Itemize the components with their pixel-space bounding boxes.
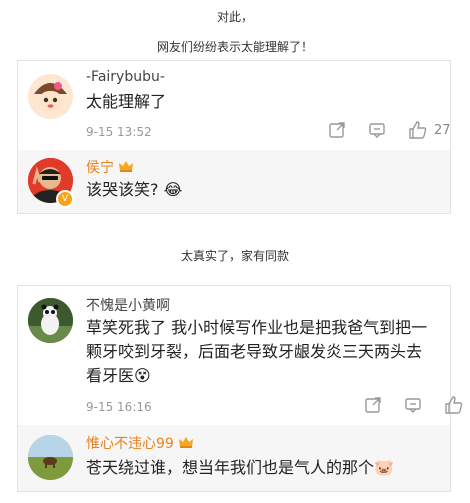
timestamp: 9-15 13:52 <box>86 125 152 139</box>
reply-text-body: 苍天绕过谁，想当年我们也是气人的那个 <box>86 458 375 477</box>
crown-badge-icon <box>178 435 194 453</box>
caption-first: 对此， <box>216 10 253 24</box>
like-count: 27 <box>434 122 451 138</box>
comment-icon[interactable] <box>368 121 386 139</box>
comment-card-1: -Fairybubu- 太能理解了 9-15 13:52 27 V 侯宁 该哭该… <box>17 60 451 214</box>
action-bar: 27 <box>328 120 451 140</box>
reply-username[interactable]: 侯宁 <box>86 157 134 177</box>
reply-username-text: 惟心不违心99 <box>86 436 174 452</box>
caption-second: 网友们纷纷表示太能理解了！ <box>156 40 313 54</box>
thumbs-up-icon[interactable] <box>444 395 464 415</box>
reply-text: 该哭该笑? 😂 <box>86 178 182 202</box>
reply-text-body: 该哭该笑? <box>86 180 159 199</box>
verified-badge-icon: V <box>56 190 74 208</box>
share-icon[interactable] <box>328 121 346 139</box>
comment-line: 颗牙咬到牙裂，后面老导致牙龈发炎三天两头去 <box>86 342 423 361</box>
caption-third: 太真实了，家有同款 <box>180 249 289 263</box>
username[interactable]: -Fairybubu- <box>86 69 165 85</box>
comment-line: 草笑死我了 我小时候写作业也是把我爸气到把一 <box>86 318 428 337</box>
comment-icon[interactable] <box>404 396 422 414</box>
timestamp: 9-15 16:16 <box>86 400 152 414</box>
avatar[interactable] <box>28 435 73 480</box>
thumbs-up-icon[interactable] <box>408 120 428 140</box>
username[interactable]: 不愧是小黄啊 <box>86 295 170 315</box>
comment-text: 草笑死我了 我小时候写作业也是把我爸气到把一 颗牙咬到牙裂，后面老导致牙龈发炎三… <box>86 316 446 388</box>
dizzy-emoji: 😵 <box>134 366 151 385</box>
comment-line-text: 看牙医 <box>86 366 135 385</box>
laughing-emoji: 😂 <box>163 180 183 199</box>
reply-username[interactable]: 惟心不违心99 <box>86 433 194 453</box>
crown-badge-icon <box>118 159 134 177</box>
comment-card-2: 不愧是小黄啊 草笑死我了 我小时候写作业也是把我爸气到把一 颗牙咬到牙裂，后面老… <box>17 285 463 492</box>
avatar[interactable] <box>28 74 73 119</box>
avatar[interactable] <box>28 298 73 343</box>
reply-text: 苍天绕过谁，想当年我们也是气人的那个🐷 <box>86 456 394 480</box>
pig-emoji: 🐷 <box>374 458 394 477</box>
share-icon[interactable] <box>364 396 382 414</box>
action-bar <box>364 395 464 415</box>
comment-text: 太能理解了 <box>86 92 167 111</box>
reply-block: V 侯宁 该哭该笑? 😂 <box>18 150 450 213</box>
reply-username-text: 侯宁 <box>86 160 114 176</box>
reply-block: 惟心不违心99 苍天绕过谁，想当年我们也是气人的那个🐷 <box>18 425 450 491</box>
comment-line-last: 看牙医😵 <box>86 364 446 388</box>
